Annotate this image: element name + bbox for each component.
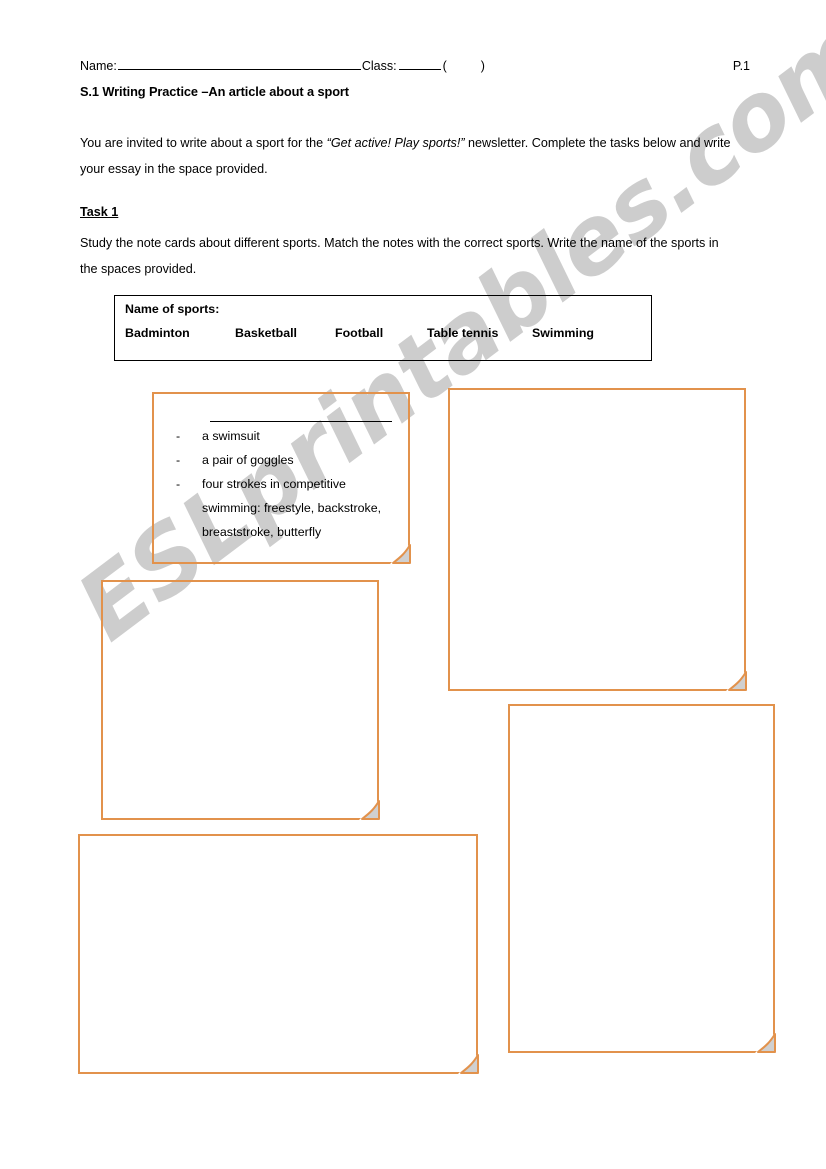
page-fold-corner-icon <box>355 796 380 820</box>
page-fold-corner-icon <box>722 667 747 691</box>
note-card-body <box>510 706 773 1051</box>
bullet-dash-icon: - <box>176 453 181 467</box>
note-card[interactable] <box>448 388 747 691</box>
intro-paragraph: You are invited to write about a sport f… <box>80 130 732 182</box>
note-item-text: a swimsuit <box>202 429 260 443</box>
page-title: S.1 Writing Practice –An article about a… <box>80 84 349 99</box>
paren-open: ( <box>442 59 447 73</box>
task-1-instructions: Study the note cards about different spo… <box>80 236 719 276</box>
page-fold-corner-icon <box>386 540 411 564</box>
student-info-header: Name: Class: ( ) P.1 <box>80 58 750 74</box>
sport-option-basketball: Basketball <box>235 326 297 340</box>
paren-close: ) <box>480 59 485 73</box>
intro-text-before: You are invited to write about a sport f… <box>80 136 327 150</box>
note-list: - a swimsuit - a pair of goggles - four … <box>168 424 394 544</box>
page-number: P.1 <box>732 59 750 73</box>
note-item-text: four strokes in competitive swimming: fr… <box>202 477 382 539</box>
word-bank-options: Badminton Basketball Football Table tenn… <box>125 326 641 340</box>
note-item-text: a pair of goggles <box>202 453 294 467</box>
bullet-dash-icon: - <box>176 477 181 491</box>
student-info-row: Name: Class: ( ) P.1 <box>80 58 750 74</box>
note-card[interactable] <box>508 704 776 1053</box>
name-blank-line[interactable] <box>117 58 361 70</box>
sport-option-swimming: Swimming <box>532 326 594 340</box>
note-item: - a swimsuit <box>168 424 394 448</box>
sport-answer-blank[interactable] <box>210 406 392 422</box>
word-bank-title: Name of sports: <box>125 302 220 316</box>
note-item: - four strokes in competitive swimming: … <box>168 472 394 544</box>
note-card-body <box>80 836 476 1072</box>
note-card-body: - a swimsuit - a pair of goggles - four … <box>154 394 408 562</box>
note-card[interactable]: - a swimsuit - a pair of goggles - four … <box>152 392 411 564</box>
sport-option-badminton: Badminton <box>125 326 190 340</box>
bullet-dash-icon: - <box>176 429 181 443</box>
worksheet-page: Name: Class: ( ) P.1 S.1 Writing Practic… <box>0 0 826 1169</box>
sports-word-bank: Name of sports: Badminton Basketball Foo… <box>114 295 652 361</box>
note-card-body <box>450 390 744 689</box>
page-fold-corner-icon <box>454 1050 479 1074</box>
note-card-body <box>103 582 377 818</box>
class-label: Class: <box>361 59 397 73</box>
class-blank-line[interactable] <box>398 58 441 70</box>
sport-option-table-tennis: Table tennis <box>427 326 499 340</box>
newsletter-name: “Get active! Play sports!” <box>326 136 465 150</box>
name-label: Name: <box>80 59 117 73</box>
note-card[interactable] <box>78 834 479 1074</box>
note-card[interactable] <box>101 580 380 820</box>
note-item: - a pair of goggles <box>168 448 394 472</box>
page-fold-corner-icon <box>751 1029 776 1053</box>
sport-option-football: Football <box>335 326 384 340</box>
task-1-label: Task 1 <box>80 205 119 219</box>
